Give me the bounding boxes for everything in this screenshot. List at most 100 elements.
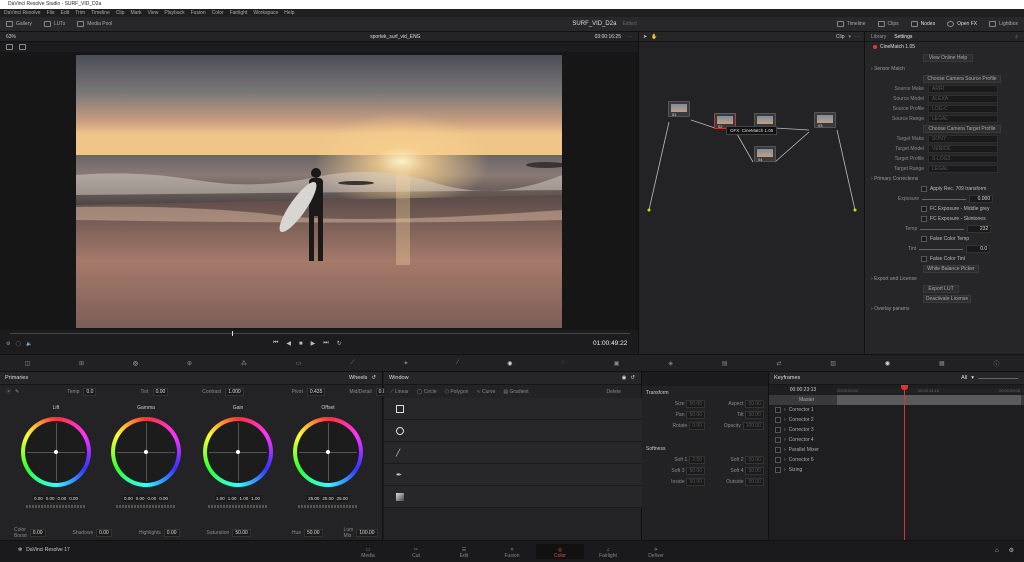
- target-profile-field[interactable]: S-LOG3: [928, 155, 998, 163]
- menu-help[interactable]: Help: [284, 9, 294, 17]
- play-icon[interactable]: ▶: [311, 340, 316, 347]
- page-cut[interactable]: ✂ Cut: [392, 544, 440, 559]
- playhead-marker[interactable]: [232, 331, 233, 336]
- target-make-field[interactable]: SONY: [928, 135, 998, 143]
- offset-value-b[interactable]: 25.00: [335, 495, 349, 502]
- skip-end-icon[interactable]: ⏭: [323, 340, 328, 347]
- polygon-window-button[interactable]: ⬠ Polygon: [445, 389, 469, 395]
- window-reset-icon[interactable]: ↺: [630, 372, 635, 385]
- node-04[interactable]: 04: [754, 146, 776, 162]
- tint-adjust-value[interactable]: 0.00: [152, 387, 169, 396]
- luts-button[interactable]: LUTs: [38, 17, 71, 32]
- warper-icon[interactable]: ✦: [403, 360, 408, 367]
- gain-value-y[interactable]: 1.00: [214, 495, 226, 502]
- reset-icon[interactable]: ↺: [371, 372, 376, 385]
- auto-balance-icon[interactable]: ⓐ: [6, 388, 11, 395]
- temp-adjust-value[interactable]: 0.0: [83, 387, 97, 396]
- keyframes-filter[interactable]: All: [961, 372, 967, 385]
- tracker-icon[interactable]: ◌: [561, 360, 565, 366]
- viewer-mode-icon[interactable]: [6, 44, 13, 50]
- exposure-slider[interactable]: [922, 198, 967, 200]
- media-pool-button[interactable]: Media Pool: [71, 17, 118, 32]
- scope-icon[interactable]: ▦: [939, 360, 945, 367]
- target-model-field[interactable]: VENICE: [928, 145, 998, 153]
- camera-raw-icon[interactable]: ◫: [24, 360, 30, 367]
- source-model-field[interactable]: ALEXA: [928, 95, 998, 103]
- node-mode[interactable]: Clip: [836, 34, 845, 40]
- menu-fusion[interactable]: Fusion: [191, 9, 206, 17]
- curves-icon[interactable]: ⟋: [350, 360, 354, 367]
- false-color-tint-checkbox[interactable]: [921, 256, 927, 262]
- nodes-button[interactable]: Nodes: [905, 17, 941, 32]
- lum-mix-value[interactable]: 100.00: [356, 529, 378, 537]
- lightbox-button[interactable]: Lightbox: [983, 17, 1024, 32]
- chevron-right-icon[interactable]: ›: [784, 417, 786, 423]
- motion-effects-icon[interactable]: ⁂: [241, 360, 247, 367]
- linear-window-button[interactable]: ⟋ Linear: [390, 389, 409, 395]
- viewer-options-icon[interactable]: ⋯: [627, 34, 632, 40]
- export-lut-button[interactable]: Export LUT: [923, 285, 959, 293]
- qualifier-icon[interactable]: ⁄: [457, 360, 458, 366]
- node-options-icon[interactable]: ⋯: [855, 34, 860, 40]
- exposure-value[interactable]: 0.000: [969, 195, 994, 203]
- track-checkbox[interactable]: [775, 437, 781, 443]
- temp-slider[interactable]: [920, 228, 965, 230]
- deactivate-license-button[interactable]: Deactivate License: [923, 295, 971, 303]
- lift-value-y[interactable]: 0.00: [32, 495, 44, 502]
- gamma-value-r[interactable]: 0.00: [134, 495, 146, 502]
- scopes-eye-icon[interactable]: ◉: [885, 360, 890, 367]
- apply-rec709-checkbox[interactable]: [921, 186, 927, 192]
- gamma-master-slider[interactable]: [116, 505, 176, 508]
- lift-value-b[interactable]: 0.00: [68, 495, 80, 502]
- pan-value[interactable]: 50.00: [686, 411, 705, 419]
- track-checkbox[interactable]: [775, 417, 781, 423]
- gain-value-b[interactable]: 1.00: [250, 495, 262, 502]
- hand-icon[interactable]: ✋: [651, 34, 657, 40]
- soft2-value[interactable]: 50.00: [745, 456, 764, 464]
- chevron-right-icon[interactable]: ›: [784, 447, 786, 453]
- opacity-value[interactable]: 100.00: [742, 422, 764, 430]
- key-icon[interactable]: ▤: [722, 360, 728, 367]
- window-linear-row[interactable]: [384, 398, 642, 420]
- chevron-right-icon[interactable]: ›: [784, 437, 786, 443]
- page-deliver[interactable]: ✈ Deliver: [632, 544, 680, 559]
- magic-mask-icon[interactable]: ▣: [614, 360, 620, 367]
- menu-mark[interactable]: Mark: [130, 9, 141, 17]
- lift-master-slider[interactable]: [26, 505, 86, 508]
- clips-button[interactable]: Clips: [872, 17, 905, 32]
- tab-library[interactable]: Library: [871, 34, 886, 40]
- blur-icon[interactable]: ◈: [668, 360, 673, 367]
- viewer-clip-name[interactable]: sportek_surf_vid_ENG: [370, 34, 420, 40]
- home-icon[interactable]: ⌂: [995, 548, 999, 554]
- track-corrector-4[interactable]: › Corrector 4: [769, 435, 1024, 445]
- offset-master-slider[interactable]: [298, 505, 358, 508]
- menu-playback[interactable]: Playback: [164, 9, 184, 17]
- offset-value-g[interactable]: 25.00: [321, 495, 335, 502]
- overlay-params-section[interactable]: › Overlay params: [865, 304, 1024, 314]
- gain-value-g[interactable]: 1.00: [238, 495, 250, 502]
- audio-icon[interactable]: 🔈: [26, 341, 32, 347]
- timeline-button[interactable]: Timeline: [831, 17, 872, 32]
- pivot-value[interactable]: 0.435: [306, 387, 326, 396]
- soft4-value[interactable]: 50.00: [745, 467, 764, 475]
- page-fairlight[interactable]: ♫ Fairlight: [584, 544, 632, 559]
- tilt-value[interactable]: 50.00: [745, 411, 764, 419]
- node-01[interactable]: 01: [668, 101, 690, 117]
- circle-window-button[interactable]: ◯ Circle: [417, 389, 437, 395]
- window-curve-row[interactable]: ✒: [384, 464, 642, 486]
- delete-window-button[interactable]: Delete: [607, 389, 621, 395]
- page-media[interactable]: ▭ Media: [344, 544, 392, 559]
- track-checkbox[interactable]: [775, 457, 781, 463]
- choose-target-button[interactable]: Choose Camera Target Profile: [923, 125, 1001, 133]
- tab-settings[interactable]: Settings: [894, 34, 912, 40]
- curve-window-button[interactable]: ∿ Curve: [476, 389, 495, 395]
- menu-view[interactable]: View: [148, 9, 159, 17]
- pointer-icon[interactable]: ➤: [643, 34, 647, 40]
- gamma-wheel[interactable]: [111, 417, 181, 487]
- play-reverse-icon[interactable]: ◀: [286, 340, 291, 347]
- window-icon[interactable]: ◉: [507, 360, 512, 367]
- offset-value-r[interactable]: 25.00: [307, 495, 321, 502]
- color-boost-value[interactable]: 0.00: [29, 529, 46, 537]
- loop-icon[interactable]: ◯: [15, 341, 21, 347]
- gain-value-r[interactable]: 1.00: [226, 495, 238, 502]
